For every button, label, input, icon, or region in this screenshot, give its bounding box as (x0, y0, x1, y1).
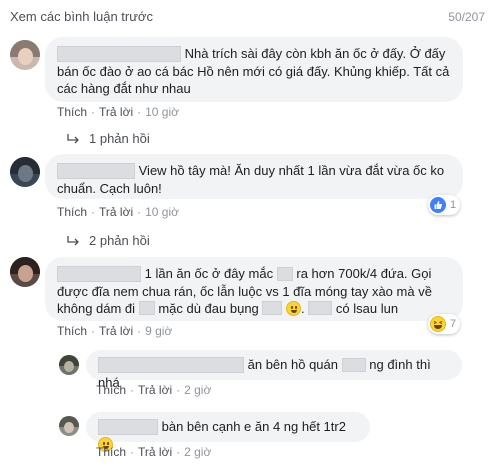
comment-text-line: chuẩn. Cạch luôn! (57, 180, 162, 196)
timestamp[interactable]: 10 giờ (145, 105, 179, 119)
avatar[interactable] (59, 355, 79, 375)
reply-arrow-icon (67, 133, 79, 144)
reply-link[interactable]: Trả lời (99, 105, 133, 119)
reply-link[interactable]: Trả lời (99, 324, 133, 338)
comment-text-line: các hàng đắt như nhau (57, 80, 191, 96)
like-link[interactable]: Thích (57, 324, 87, 338)
avatar[interactable] (59, 416, 79, 436)
comment-actions: Thích · Trả lời · 10 giờ (57, 205, 179, 219)
avatar[interactable] (10, 40, 40, 70)
haha-reaction-icon (430, 316, 446, 332)
comment-count: 50/207 (448, 10, 485, 24)
comment-text-line: bán ốc đào ở ao cá bác Hồ nên mới có giá… (57, 63, 450, 79)
comment-text-line: được đĩa nem chua rán, ốc lẫn luộc vs 1 … (57, 283, 432, 299)
timestamp[interactable]: 10 giờ (145, 205, 179, 219)
like-link[interactable]: Thích (57, 105, 87, 119)
timestamp[interactable]: 2 giờ (184, 445, 211, 459)
avatar[interactable] (10, 257, 40, 287)
like-link[interactable]: Thích (96, 445, 126, 459)
reply-bubble: bàn bên cạnh e ăn 4 ng hết 1tr2 (86, 412, 370, 452)
reply-bubble: ăn bên hồ quán ng đình thì nhá (86, 350, 462, 390)
comments-header: Xem các bình luận trước 50/207 (0, 0, 497, 32)
comment-bubble: Nhà trích sài đây còn kbh ăn ốc ở đấy. Ở… (45, 37, 463, 102)
like-link[interactable]: Thích (57, 205, 87, 219)
blurred-text (276, 266, 293, 281)
comment-text: ra hơn 700k/4 đứa. Gọi (296, 266, 432, 281)
reply-link[interactable]: Trả lời (138, 445, 172, 459)
comment-text: 1 lần ăn ốc ở đây mắc (144, 266, 274, 281)
like-reaction-icon (430, 197, 446, 213)
comment-text-line: không dám đi mặc dù đau bụng . có lsau l… (57, 300, 399, 316)
reply-text: bàn bên cạnh e ăn 4 ng hết 1tr2 (161, 419, 346, 434)
reaction-summary[interactable]: 7 (428, 314, 461, 334)
reply-text: ăn bên hồ quán (247, 357, 338, 372)
grin-emoji-icon (286, 300, 302, 316)
blurred-username[interactable] (57, 45, 181, 62)
reply-actions: Thích · Trả lời · 2 giờ (96, 383, 212, 397)
view-replies-link[interactable]: 1 phản hồi (67, 131, 150, 146)
comment-text: Nhà trích sài đây còn kbh ăn ốc ở đấy. Ở… (184, 46, 446, 61)
comment-bubble: View hồ tây mà! Ăn duy nhất 1 lần vừa đắ… (45, 154, 463, 199)
reply-arrow-icon (67, 235, 79, 246)
blurred-username[interactable] (57, 162, 135, 179)
blurred-username[interactable] (98, 418, 158, 435)
timestamp[interactable]: 9 giờ (145, 324, 172, 338)
reply-actions: Thích · Trả lời · 2 giờ (96, 445, 212, 459)
blurred-text (262, 301, 283, 316)
like-link[interactable]: Thích (96, 383, 126, 397)
comment-actions: Thích · Trả lời · 9 giờ (57, 324, 173, 338)
blurred-text (308, 301, 333, 316)
blurred-username[interactable] (98, 356, 244, 373)
view-replies-link[interactable]: 2 phản hồi (67, 233, 150, 248)
blurred-text (138, 301, 155, 316)
see-previous-comments-link[interactable]: Xem các bình luận trước (10, 9, 153, 24)
reply-link[interactable]: Trả lời (99, 205, 133, 219)
comment-bubble: 1 lần ăn ốc ở đây mắc ra hơn 700k/4 đứa.… (45, 257, 463, 321)
reaction-summary[interactable]: 1 (428, 195, 461, 215)
blurred-username[interactable] (57, 265, 141, 282)
comment-actions: Thích · Trả lời · 10 giờ (57, 105, 179, 119)
comment-text: View hồ tây mà! Ăn duy nhất 1 lần vừa đắ… (138, 163, 445, 178)
reply-link[interactable]: Trả lời (138, 383, 172, 397)
avatar[interactable] (10, 157, 40, 187)
blurred-text (341, 357, 366, 372)
timestamp[interactable]: 2 giờ (184, 383, 211, 397)
